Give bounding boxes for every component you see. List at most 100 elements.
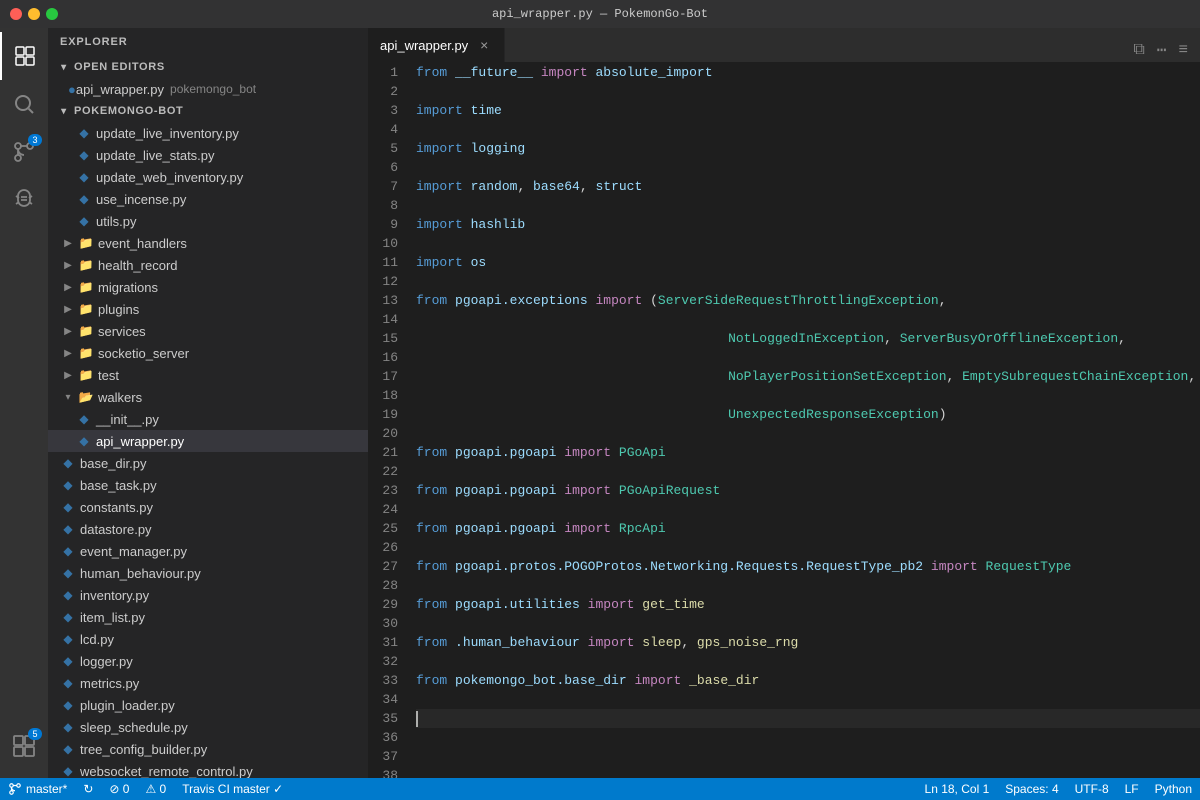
py-icon: ◆ — [60, 741, 76, 757]
file-event-manager[interactable]: ◆ event_manager.py — [48, 540, 368, 562]
file-plugin-loader[interactable]: ◆ plugin_loader.py — [48, 694, 368, 716]
folder-arrow: ▶ — [60, 279, 76, 295]
folder-health-record[interactable]: ▶ 📁 health_record — [48, 254, 368, 276]
open-editors-arrow: ▾ — [56, 59, 72, 75]
open-editors-section[interactable]: ▾ Open Editors — [48, 56, 368, 78]
folder-icon: 📁 — [78, 301, 94, 317]
folder-socketio-server[interactable]: ▶ 📁 socketio_server — [48, 342, 368, 364]
tabbar: api_wrapper.py × ⧉ ⋯ ≡ — [368, 28, 1200, 63]
explorer-activity-icon[interactable] — [0, 32, 48, 80]
file-use-incense[interactable]: ◆ use_incense.py — [48, 188, 368, 210]
status-right: Ln 18, Col 1 Spaces: 4 UTF-8 LF Python — [917, 778, 1200, 800]
errors-status[interactable]: ⊘ 0 — [101, 778, 137, 800]
folder-event-handlers[interactable]: ▶ 📁 event_handlers — [48, 232, 368, 254]
folder-plugins[interactable]: ▶ 📁 plugins — [48, 298, 368, 320]
folder-icon: 📁 — [78, 367, 94, 383]
file-item-list[interactable]: ◆ item_list.py — [48, 606, 368, 628]
ci-status[interactable]: Travis CI master ✓ — [174, 778, 291, 800]
editor-container[interactable]: 12345 678910 1112131415 1617181920 21222… — [368, 63, 1200, 778]
folder-walkers[interactable]: ▾ 📂 walkers — [48, 386, 368, 408]
file-init[interactable]: ◆ __init__.py — [48, 408, 368, 430]
project-section[interactable]: ▾ POKEMONGO-BOT — [48, 100, 368, 122]
file-lcd[interactable]: ◆ lcd.py — [48, 628, 368, 650]
py-icon: ◆ — [76, 147, 92, 163]
window-title: api_wrapper.py — PokemonGo-Bot — [492, 7, 708, 21]
py-icon: ◆ — [60, 631, 76, 647]
file-utils[interactable]: ◆ utils.py — [48, 210, 368, 232]
file-api-wrapper[interactable]: ◆ api_wrapper.py — [48, 430, 368, 452]
project-label: POKEMONGO-BOT — [74, 105, 183, 117]
file-sleep-schedule[interactable]: ◆ sleep_schedule.py — [48, 716, 368, 738]
more-actions-button[interactable]: ⋯ — [1153, 38, 1171, 62]
file-inventory[interactable]: ◆ inventory.py — [48, 584, 368, 606]
file-datastore[interactable]: ◆ datastore.py — [48, 518, 368, 540]
open-editor-foldername: pokemongo_bot — [170, 82, 256, 96]
errors-count: ⊘ 0 — [109, 782, 129, 796]
py-file-icon: ● — [68, 82, 76, 97]
file-update-web-inventory[interactable]: ◆ update_web_inventory.py — [48, 166, 368, 188]
traffic-lights — [10, 8, 58, 20]
py-icon: ◆ — [60, 477, 76, 493]
file-human-behaviour[interactable]: ◆ human_behaviour.py — [48, 562, 368, 584]
tab-close-button[interactable]: × — [476, 37, 492, 53]
extensions-activity-icon[interactable]: 5 — [0, 722, 48, 770]
file-update-live-inventory[interactable]: ◆ update_live_inventory.py — [48, 122, 368, 144]
folder-icon: 📁 — [78, 345, 94, 361]
file-logger[interactable]: ◆ logger.py — [48, 650, 368, 672]
spaces-label: Spaces: 4 — [1005, 782, 1058, 796]
open-editor-file[interactable]: ● api_wrapper.py pokemongo_bot — [48, 78, 368, 100]
titlebar: api_wrapper.py — PokemonGo-Bot — [0, 0, 1200, 28]
warnings-status[interactable]: ⚠ 0 — [137, 778, 174, 800]
eol-label: LF — [1125, 782, 1139, 796]
status-left: master* ↻ ⊘ 0 ⚠ 0 Travis CI master ✓ — [0, 778, 291, 800]
file-base-task[interactable]: ◆ base_task.py — [48, 474, 368, 496]
encoding-status[interactable]: UTF-8 — [1067, 778, 1117, 800]
indentation-status[interactable]: Spaces: 4 — [997, 778, 1066, 800]
cursor-position[interactable]: Ln 18, Col 1 — [917, 778, 998, 800]
tab-api-wrapper[interactable]: api_wrapper.py × — [368, 28, 505, 62]
py-icon: ◆ — [60, 455, 76, 471]
folder-arrow: ▶ — [60, 257, 76, 273]
folder-icon: 📁 — [78, 323, 94, 339]
py-icon: ◆ — [60, 543, 76, 559]
sync-status[interactable]: ↻ — [75, 778, 101, 800]
minimize-button[interactable] — [28, 8, 40, 20]
file-metrics[interactable]: ◆ metrics.py — [48, 672, 368, 694]
file-base-dir[interactable]: ◆ base_dir.py — [48, 452, 368, 474]
language-label: Python — [1155, 782, 1192, 796]
file-constants[interactable]: ◆ constants.py — [48, 496, 368, 518]
sidebar: Explorer ▾ Open Editors ● api_wrapper.py… — [48, 28, 368, 778]
sync-icon: ↻ — [83, 782, 93, 796]
code-editor[interactable]: from __future__ import absolute_import i… — [408, 63, 1200, 778]
file-websocket-remote-control[interactable]: ◆ websocket_remote_control.py — [48, 760, 368, 778]
branch-status[interactable]: master* — [0, 778, 75, 800]
search-activity-icon[interactable] — [0, 80, 48, 128]
close-button[interactable] — [10, 8, 22, 20]
maximize-button[interactable] — [46, 8, 58, 20]
folder-arrow: ▶ — [60, 301, 76, 317]
folder-arrow: ▶ — [60, 367, 76, 383]
split-editor-button[interactable]: ⧉ — [1129, 39, 1148, 61]
branch-name: master* — [26, 782, 67, 796]
project-arrow: ▾ — [56, 103, 72, 119]
folder-services[interactable]: ▶ 📁 services — [48, 320, 368, 342]
editor-area: api_wrapper.py × ⧉ ⋯ ≡ 12345 678910 1112… — [368, 28, 1200, 778]
folder-icon: 📁 — [78, 235, 94, 251]
folder-test[interactable]: ▶ 📁 test — [48, 364, 368, 386]
eol-status[interactable]: LF — [1117, 778, 1147, 800]
folder-arrow: ▶ — [60, 323, 76, 339]
debug-activity-icon[interactable] — [0, 176, 48, 224]
language-status[interactable]: Python — [1147, 778, 1200, 800]
folder-arrow: ▶ — [60, 235, 76, 251]
source-control-activity-icon[interactable]: 3 — [0, 128, 48, 176]
ci-label: Travis CI master ✓ — [182, 782, 283, 796]
line-numbers: 12345 678910 1112131415 1617181920 21222… — [368, 63, 408, 778]
folder-arrow: ▶ — [60, 345, 76, 361]
file-update-live-stats[interactable]: ◆ update_live_stats.py — [48, 144, 368, 166]
py-icon: ◆ — [76, 213, 92, 229]
extensions-badge: 5 — [28, 728, 42, 740]
file-tree-config-builder[interactable]: ◆ tree_config_builder.py — [48, 738, 368, 760]
py-icon: ◆ — [76, 125, 92, 141]
folder-migrations[interactable]: ▶ 📁 migrations — [48, 276, 368, 298]
close-editors-button[interactable]: ≡ — [1174, 39, 1192, 61]
